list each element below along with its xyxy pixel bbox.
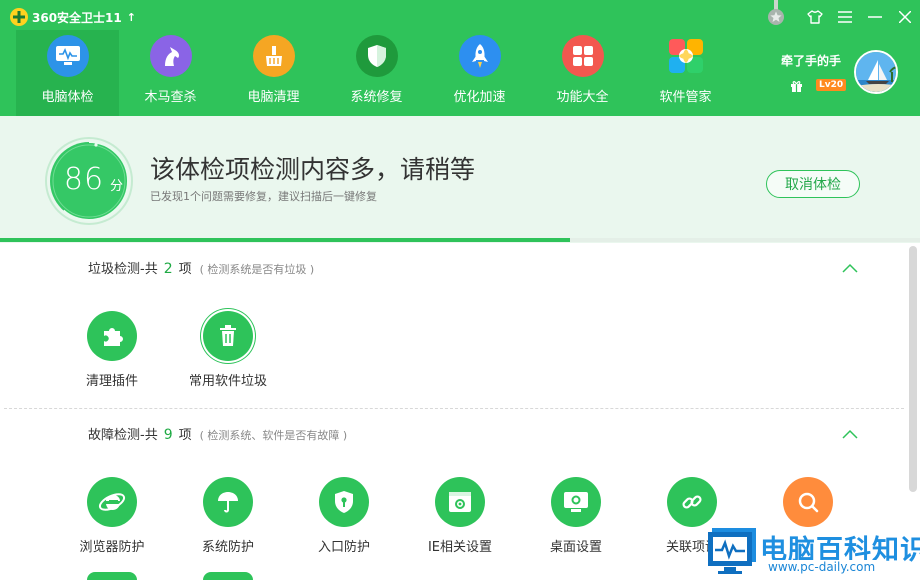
broom-icon (252, 35, 295, 77)
monitor-check-icon (46, 35, 89, 77)
app-logo-icon (10, 8, 28, 26)
check-item-clean-plugins[interactable]: 清理插件 (57, 311, 167, 389)
lock-shield-icon (319, 477, 369, 527)
nav-item-speedup[interactable]: 优化加速 (428, 30, 531, 116)
main-nav: 电脑体检 木马查杀 电脑清理 系统修复 优化加速 功能大全 软件管家 (16, 30, 737, 116)
nav-label: 优化加速 (453, 90, 506, 105)
rocket-icon (458, 35, 501, 77)
section-header-junk: 垃圾检测-共 2 项 ( 检测系统是否有垃圾 ) (88, 258, 314, 277)
check-item-browser-protect[interactable]: 浏览器防护 (57, 477, 167, 555)
section-count: 9 (163, 427, 173, 443)
scrollbar[interactable] (909, 246, 917, 492)
score-value: 86 (63, 162, 105, 197)
check-item-desktop-settings[interactable]: 桌面设置 (521, 477, 631, 555)
check-item-software-junk[interactable]: 常用软件垃圾 (173, 311, 283, 389)
scan-subtitle: 已发现1个问题需要修复，建议扫描后一键修复 (150, 190, 377, 203)
scan-progress-bar (0, 238, 920, 242)
check-item-label: 清理插件 (85, 374, 138, 389)
shield-icon (355, 35, 398, 77)
watermark-url: www.pc-daily.com (766, 560, 878, 574)
nav-item-all-features[interactable]: 功能大全 (531, 30, 634, 116)
minimize-icon[interactable] (860, 4, 890, 30)
ie-settings-icon (435, 477, 485, 527)
collapse-chevron-up-icon[interactable] (842, 262, 858, 274)
score-unit: 分 (110, 179, 124, 194)
close-icon[interactable] (890, 4, 920, 30)
gift-icon[interactable] (790, 78, 803, 97)
nav-label: 软件管家 (659, 90, 712, 105)
clover-icon (665, 35, 707, 77)
site-watermark: 电脑百科知识 www.pc-daily.com (700, 520, 920, 580)
watermark-monitor-icon (708, 528, 756, 574)
nav-label: 电脑清理 (247, 90, 300, 105)
section-divider (4, 408, 904, 409)
avatar[interactable] (854, 50, 898, 94)
nav-item-pc-checkup[interactable]: 电脑体检 (16, 30, 119, 116)
nav-item-software-manager[interactable]: 软件管家 (634, 30, 737, 116)
username[interactable]: 牵了手的手 (781, 52, 841, 69)
check-item-label: 入口防护 (317, 540, 370, 555)
check-item-label: 系统防护 (201, 540, 254, 555)
horse-icon (149, 35, 192, 77)
nav-item-cleanup[interactable]: 电脑清理 (222, 30, 325, 116)
app-title-text: 360安全卫士11 (32, 10, 122, 25)
collapse-chevron-up-icon[interactable] (842, 428, 858, 440)
check-item-label: IE相关设置 (427, 540, 493, 555)
section-title: 垃圾检测-共 (88, 262, 158, 277)
grid-icon (561, 35, 604, 77)
section-title: 故障检测-共 (88, 428, 158, 443)
check-item-label: 浏览器防护 (79, 540, 145, 555)
top-header: 360安全卫士11 ↑ 电脑体检 木马查杀 电脑清理 系统修复 优化加速 功能大… (0, 0, 920, 116)
check-item-partial (203, 572, 253, 580)
section-count: 2 (163, 261, 173, 277)
section-hint: ( 检测系统、软件是否有故障 ) (199, 429, 348, 442)
nav-label: 功能大全 (556, 90, 609, 105)
nav-label: 木马查杀 (144, 90, 197, 105)
trash-icon (203, 311, 253, 361)
menu-icon[interactable] (830, 4, 860, 30)
user-block: 牵了手的手 Lv20 (776, 50, 920, 110)
check-item-ie-settings[interactable]: IE相关设置 (405, 477, 515, 555)
cancel-checkup-button[interactable]: 取消体检 (766, 170, 860, 198)
skin-shirt-icon[interactable] (800, 4, 830, 30)
check-item-system-protect[interactable]: 系统防护 (173, 477, 283, 555)
ie-browser-icon (87, 477, 137, 527)
nav-item-system-repair[interactable]: 系统修复 (325, 30, 428, 116)
score-ring: 86 分 (44, 136, 134, 226)
nav-label: 电脑体检 (41, 90, 94, 105)
umbrella-icon (203, 477, 253, 527)
app-title: 360安全卫士11 ↑ (10, 7, 136, 27)
medal-icon[interactable] (764, 0, 788, 30)
section-unit: 项 (178, 428, 192, 443)
section-header-faults: 故障检测-共 9 项 ( 检测系统、软件是否有故障 ) (88, 424, 347, 443)
scan-progress-fill (0, 238, 571, 242)
update-arrow-icon[interactable]: ↑ (127, 11, 136, 24)
check-item-label: 桌面设置 (549, 540, 602, 555)
section-unit: 项 (178, 262, 192, 277)
nav-label: 系统修复 (350, 90, 403, 105)
check-item-entry-protect[interactable]: 入口防护 (289, 477, 399, 555)
puzzle-icon (87, 311, 137, 361)
desktop-icon (551, 477, 601, 527)
check-item-partial (87, 572, 137, 580)
scan-title: 该体检项检测内容多，请稍等 (150, 155, 476, 184)
level-badge[interactable]: Lv20 (816, 79, 847, 91)
check-item-label: 常用软件垃圾 (188, 374, 267, 389)
scan-status-panel: 86 分 该体检项检测内容多，请稍等 已发现1个问题需要修复，建议扫描后一键修复… (0, 116, 920, 243)
window-controls (800, 4, 920, 30)
section-hint: ( 检测系统是否有垃圾 ) (199, 263, 315, 276)
nav-item-trojan-scan[interactable]: 木马查杀 (119, 30, 222, 116)
